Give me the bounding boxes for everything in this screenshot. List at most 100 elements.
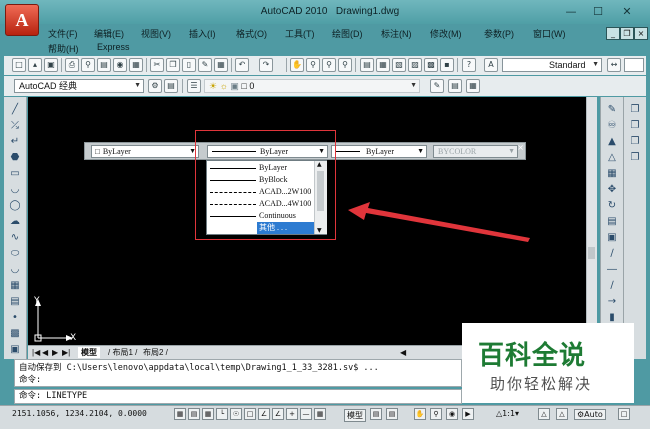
maximize-icon[interactable]: ☐ <box>587 4 609 20</box>
quick-properties-icon[interactable]: ▦ <box>314 408 326 420</box>
rectangle-icon[interactable]: ▭ <box>8 167 22 181</box>
ducs-icon[interactable]: ∠ <box>272 408 284 420</box>
etransmit-icon[interactable]: ▦ <box>129 58 143 72</box>
quick-view-drawings-icon[interactable]: ▤ <box>386 408 398 420</box>
scroll-thumb[interactable] <box>588 247 595 259</box>
zoom-realtime-icon[interactable]: ⚲ <box>306 58 320 72</box>
new-icon[interactable]: □ <box>12 58 26 72</box>
circle-icon[interactable]: ◯ <box>8 199 22 213</box>
make-current-icon[interactable]: ✎ <box>430 79 444 93</box>
lineweight-toggle-icon[interactable]: — <box>300 408 312 420</box>
help-icon[interactable]: ? <box>462 58 476 72</box>
osnap-icon[interactable]: □ <box>244 408 256 420</box>
stretch-icon[interactable]: ▣ <box>605 231 619 245</box>
snap-icon[interactable]: ▤ <box>188 408 200 420</box>
array-icon[interactable]: ▦ <box>605 167 619 181</box>
polar-icon[interactable]: ☉ <box>230 408 242 420</box>
application-menu-button[interactable]: A <box>5 4 39 36</box>
erase-icon[interactable]: ✎ <box>605 103 619 117</box>
point-icon[interactable]: • <box>8 311 22 325</box>
cut-icon[interactable]: ✂ <box>150 58 164 72</box>
layer-previous-icon[interactable]: ▤ <box>448 79 462 93</box>
design-center-icon[interactable]: ▦ <box>376 58 390 72</box>
scroll-left-icon[interactable]: ◀ <box>400 347 406 358</box>
plot-icon[interactable]: ⎙ <box>65 58 79 72</box>
otrack-icon[interactable]: ∠ <box>258 408 270 420</box>
arc-icon[interactable]: ◡ <box>8 183 22 197</box>
menu-format[interactable]: 格式(O) <box>236 27 267 40</box>
match-properties-icon[interactable]: ✎ <box>198 58 212 72</box>
close-icon[interactable]: ✕ <box>616 4 638 20</box>
annotation-visibility-icon[interactable]: △ <box>538 408 550 420</box>
list-item[interactable]: ByBlock <box>207 174 315 186</box>
open-icon[interactable]: ▴ <box>28 58 42 72</box>
tool-palettes-icon[interactable]: ▧ <box>392 58 406 72</box>
prev-tab-icon[interactable]: ◀ <box>42 347 48 358</box>
list-item[interactable]: ACAD...2W100 <box>207 186 315 198</box>
bring-above-icon[interactable]: ❐ <box>628 135 642 149</box>
first-tab-icon[interactable]: |◀ <box>32 347 40 358</box>
rotate-icon[interactable]: ↻ <box>605 199 619 213</box>
ellipse-arc-icon[interactable]: ◡ <box>8 263 22 277</box>
copy-object-icon[interactable]: ♾ <box>605 119 619 133</box>
zoom-window-icon[interactable]: ⚲ <box>322 58 336 72</box>
scale-icon[interactable]: ▤ <box>605 215 619 229</box>
infer-constraints-icon[interactable]: ▦ <box>174 408 186 420</box>
vertical-scrollbar[interactable] <box>586 97 597 345</box>
menu-help[interactable]: 帮助(H) <box>48 42 79 55</box>
menu-tools[interactable]: 工具(T) <box>285 27 315 40</box>
doc-close-icon[interactable]: × <box>634 27 648 40</box>
hatch-icon[interactable]: ▩ <box>8 327 22 341</box>
extend-icon[interactable]: ― <box>605 263 619 277</box>
make-block-icon[interactable]: ▤ <box>8 295 22 309</box>
clean-screen-icon[interactable]: □ <box>618 408 630 420</box>
menu-insert[interactable]: 插入(I) <box>189 27 216 40</box>
dim-style-combo[interactable] <box>624 58 644 72</box>
dyn-icon[interactable]: + <box>286 408 298 420</box>
menu-express[interactable]: Express <box>97 42 130 52</box>
menu-view[interactable]: 视图(V) <box>141 27 171 40</box>
dropdown-scrollbar[interactable]: ▲ ▼ <box>314 161 327 234</box>
tab-layout1[interactable]: / 布局1 / <box>108 347 137 358</box>
bring-to-front-icon[interactable]: ❐ <box>628 103 642 117</box>
insert-block-icon[interactable]: ▦ <box>8 279 22 293</box>
lineweight-control[interactable]: ByLayer ▼ <box>331 145 427 158</box>
copy-icon[interactable]: ❐ <box>166 58 180 72</box>
tab-layout2[interactable]: 布局2 / <box>143 347 168 358</box>
next-tab-icon[interactable]: ▶ <box>52 347 58 358</box>
redo-icon[interactable]: ↷ <box>259 58 273 72</box>
annotation-scale[interactable]: △1:1▾ <box>496 409 519 418</box>
workspace-settings-icon[interactable]: ⚙ <box>148 79 162 93</box>
pan-status-icon[interactable]: ✋ <box>414 408 426 420</box>
markup-icon[interactable]: ▩ <box>424 58 438 72</box>
workspace-combo[interactable]: AutoCAD 经典 ▼ <box>14 79 144 93</box>
ellipse-icon[interactable]: ⬭ <box>8 247 22 261</box>
list-item[interactable]: Continuous <box>207 210 315 222</box>
quickcalc-icon[interactable]: ▪ <box>440 58 454 72</box>
3d-print-icon[interactable]: ◉ <box>113 58 127 72</box>
line-icon[interactable]: ╱ <box>8 103 22 117</box>
zoom-status-icon[interactable]: ⚲ <box>430 408 442 420</box>
menu-dimension[interactable]: 标注(N) <box>381 27 412 40</box>
quick-view-layouts-icon[interactable]: ▤ <box>370 408 382 420</box>
doc-minimize-icon[interactable]: _ <box>606 27 620 40</box>
gradient-icon[interactable]: ▣ <box>8 343 22 357</box>
break-icon[interactable]: ∕ <box>605 279 619 293</box>
revcloud-icon[interactable]: ☁ <box>8 215 22 229</box>
preview-icon[interactable]: ⚲ <box>81 58 95 72</box>
list-item[interactable]: ACAD...4W100 <box>207 198 315 210</box>
save-icon[interactable]: ▣ <box>44 58 58 72</box>
customize-icon[interactable]: ▤ <box>164 79 178 93</box>
scroll-thumb[interactable] <box>317 171 324 211</box>
offset-icon[interactable]: △ <box>605 151 619 165</box>
text-style-icon[interactable]: A <box>484 58 498 72</box>
menu-modify[interactable]: 修改(M) <box>430 27 462 40</box>
last-tab-icon[interactable]: ▶| <box>62 347 70 358</box>
steering-wheel-icon[interactable]: ◉ <box>446 408 458 420</box>
layer-manager-icon[interactable]: ☰ <box>187 79 201 93</box>
close-toolbar-icon[interactable]: × <box>517 143 524 152</box>
zoom-previous-icon[interactable]: ⚲ <box>338 58 352 72</box>
menu-edit[interactable]: 编辑(E) <box>94 27 124 40</box>
join-icon[interactable]: → <box>605 295 619 309</box>
menu-draw[interactable]: 绘图(D) <box>332 27 363 40</box>
